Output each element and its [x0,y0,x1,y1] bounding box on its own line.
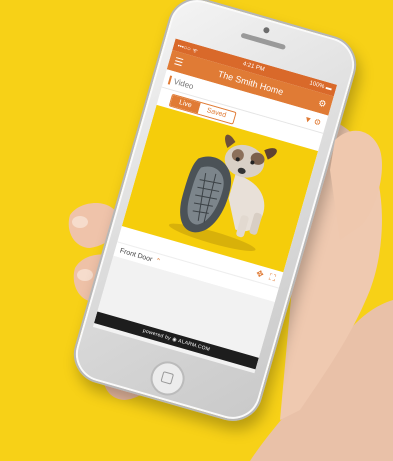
earpiece-speaker [240,32,287,51]
settings-icon[interactable]: ⚙ [317,97,328,110]
filter-icon[interactable]: ▼ [303,114,313,125]
gear-icon[interactable]: ⚙ [313,117,322,128]
fullscreen-icon[interactable]: ⛶ [268,271,277,283]
photo-scene: •••○○ ᯤ 4:21 PM 100% ▬ ☰ The Smith Home … [0,0,393,461]
pan-icon[interactable]: ✥ [255,268,265,281]
video-section-label: Video [167,74,195,91]
home-button[interactable] [146,357,189,400]
chevron-up-icon: ⌃ [153,257,162,266]
menu-icon[interactable]: ☰ [173,56,185,69]
front-camera [262,26,271,34]
